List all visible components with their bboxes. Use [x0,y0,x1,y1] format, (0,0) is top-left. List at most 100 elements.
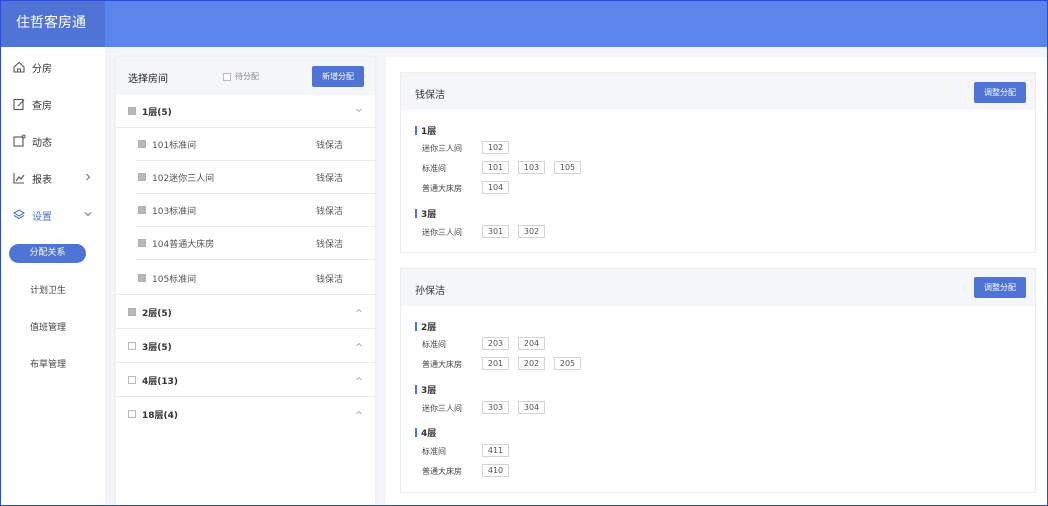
sidebar-sub-item-duty[interactable]: 值班管理 [0,316,105,340]
chevron-up-icon[interactable] [355,307,363,315]
room-cleaner: 钱保洁 [316,275,344,285]
floor-checkbox[interactable] [128,107,136,115]
floor-title: 2层 [415,320,436,333]
sidebar-item-label: 查房 [32,100,52,112]
room-chip: 105 [554,161,581,174]
sidebar-item-reports[interactable]: 报表 [0,163,105,193]
room-checkbox[interactable] [138,206,146,214]
pending-filter[interactable]: 待分配 [223,71,259,82]
room-label: 105标准间 [152,275,197,285]
sidebar-item-check-room[interactable]: 查房 [0,89,105,119]
room-type-label: 标准间 [422,164,446,173]
room-type-label: 迷你三人间 [422,404,462,413]
room-chip: 205 [554,357,581,370]
sidebar-item-label: 分房 [32,63,52,75]
floor-checkbox[interactable] [128,410,136,418]
room-chip: 104 [482,181,509,194]
chevron-down-icon [84,212,92,217]
cleaner-name: 钱保洁 [415,90,445,101]
floor-title: 3层 [415,383,436,396]
room-cleaner: 钱保洁 [316,207,344,217]
chevron-down-icon[interactable] [355,106,363,114]
chevron-right-icon [86,173,91,181]
room-chip: 303 [482,401,509,414]
sidebar-sub-item-assign-relation[interactable]: 分配关系 [9,244,86,263]
home-icon [13,61,25,73]
room-chip: 410 [482,464,509,477]
floor-row[interactable]: 18层(4) [116,398,375,431]
room-chip: 203 [482,337,509,350]
room-chip: 202 [518,357,545,370]
room-row[interactable]: 102迷你三人间 钱保洁 [136,161,375,194]
app-title: 住哲客房通 [0,0,105,47]
edit-icon [13,98,25,111]
room-checkbox[interactable] [138,140,146,148]
room-panel-header: 选择房间 待分配 新增分配 [116,57,375,95]
room-type-label: 标准间 [422,340,446,349]
floor-row[interactable]: 3层(5) [116,330,375,363]
room-checkbox[interactable] [138,239,146,247]
floor-label: 1层(5) [142,108,172,118]
message-icon [13,134,26,147]
room-type-label: 迷你三人间 [422,144,462,153]
floor-label: 18层(4) [142,411,179,421]
floor-label: 2层(5) [142,309,172,319]
floor-row[interactable]: 1层(5) [116,95,375,128]
room-checkbox[interactable] [138,173,146,181]
room-row[interactable]: 105标准间 钱保洁 [116,262,375,295]
room-chip: 302 [518,225,545,238]
adjust-assignment-button[interactable]: 调整分配 [974,277,1026,298]
floor-checkbox[interactable] [128,376,136,384]
room-chip: 301 [482,225,509,238]
sidebar-sub-item-linen[interactable]: 布草管理 [0,353,105,377]
add-assignment-button[interactable]: 新增分配 [312,66,364,87]
chevron-up-icon[interactable] [355,409,363,417]
floor-title: 3层 [415,207,436,220]
room-type-label: 普通大床房 [422,184,462,193]
room-cleaner: 钱保洁 [316,141,344,151]
floor-title: 4层 [415,426,436,439]
floor-checkbox[interactable] [128,308,136,316]
sidebar-item-settings[interactable]: 设置 [0,200,105,230]
room-panel-title: 选择房间 [128,74,168,85]
room-checkbox[interactable] [138,274,146,282]
cleaner-card: 钱保洁 调整分配 1层 迷你三人间 102 标准间 101 103 105 普通… [400,72,1036,253]
room-label: 102迷你三人间 [152,174,215,184]
room-chip: 411 [482,444,509,457]
chevron-up-icon[interactable] [355,341,363,349]
room-type-label: 普通大床房 [422,467,462,476]
room-chip: 201 [482,357,509,370]
room-label: 101标准间 [152,141,197,151]
floor-row[interactable]: 2层(5) [116,296,375,329]
room-row[interactable]: 104普通大床房 钱保洁 [136,227,375,260]
room-type-label: 迷你三人间 [422,228,462,237]
floor-title: 1层 [415,124,436,137]
room-chip: 101 [482,161,509,174]
room-type-label: 普通大床房 [422,360,462,369]
sidebar-item-assign-room[interactable]: 分房 [0,52,105,82]
room-label: 104普通大床房 [152,240,215,250]
room-chip: 204 [518,337,545,350]
room-selection-panel: 选择房间 待分配 新增分配 1层(5) 101标准间 钱保洁 102迷你三人间 … [116,57,375,506]
pending-checkbox[interactable] [223,72,231,81]
floor-label: 4层(13) [142,377,179,387]
sidebar-item-activity[interactable]: 动态 [0,126,105,156]
floor-label: 3层(5) [142,343,172,353]
room-type-label: 标准间 [422,447,446,456]
cleaner-card-header: 孙保洁 调整分配 [401,269,1035,306]
floor-checkbox[interactable] [128,342,136,350]
sidebar-sub-item-planned-cleaning[interactable]: 计划卫生 [0,279,105,303]
adjust-assignment-button[interactable]: 调整分配 [974,82,1026,103]
sidebar: 分房 查房 动态 报表 设置 分配关系 计划卫生 值班管理 布草管理 [0,47,105,506]
floor-row[interactable]: 4层(13) [116,364,375,397]
room-chip: 102 [482,141,509,154]
room-chip: 304 [518,401,545,414]
room-row[interactable]: 103标准间 钱保洁 [136,194,375,227]
top-header: 住哲客房通 [0,0,1048,47]
pending-label: 待分配 [235,72,259,81]
room-cleaner: 钱保洁 [316,174,344,184]
room-row[interactable]: 101标准间 钱保洁 [136,128,375,161]
chevron-up-icon[interactable] [355,375,363,383]
sidebar-item-label: 报表 [32,174,52,186]
cleaner-card-header: 钱保洁 调整分配 [401,73,1035,110]
